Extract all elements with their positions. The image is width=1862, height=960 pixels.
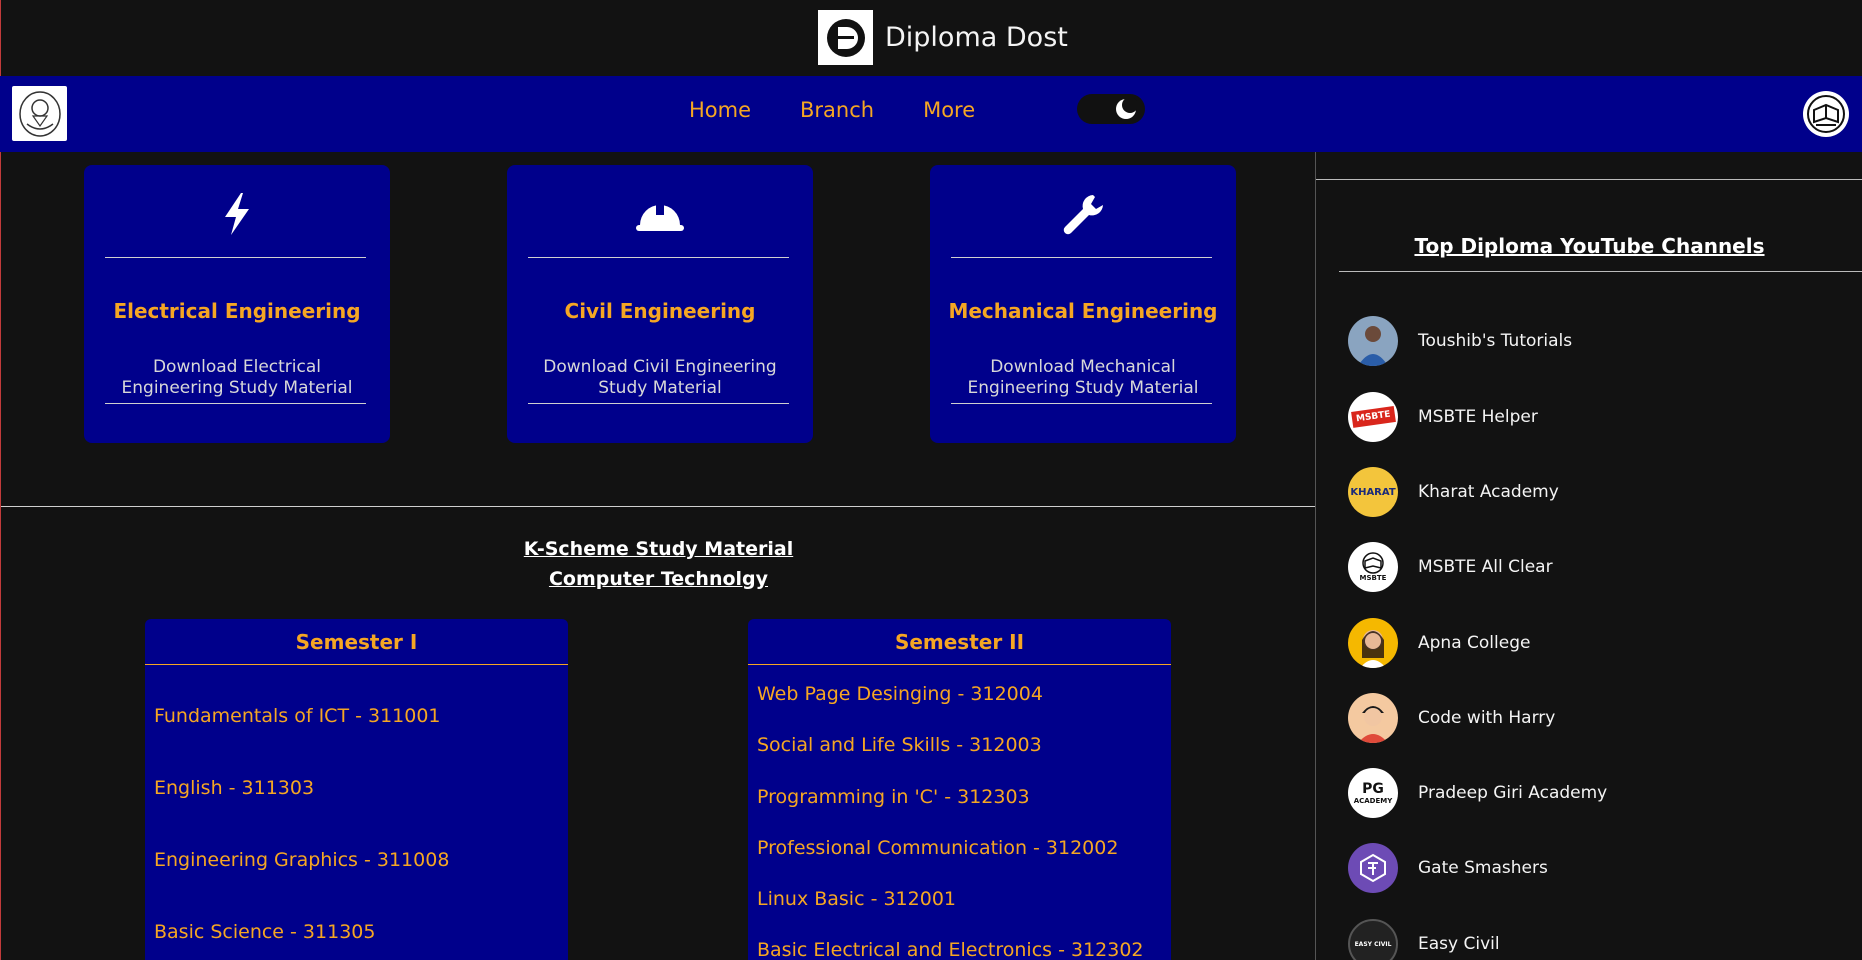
nav-branch-link[interactable]: Branch — [800, 98, 874, 122]
subject-link[interactable]: English - 311303 — [145, 777, 314, 799]
sidebar-divider — [1316, 179, 1862, 180]
subject-link[interactable]: Web Page Desinging - 312004 — [748, 683, 1043, 705]
card-divider — [951, 403, 1212, 404]
channel-badge: MSBTE — [1350, 406, 1396, 428]
channel-avatar: MSBTE — [1348, 392, 1398, 442]
brand-logo-icon — [818, 10, 873, 65]
channel-name: Gate Smashers — [1418, 858, 1548, 878]
subject-link[interactable]: Programming in 'C' - 312303 — [748, 786, 1030, 808]
channel-name: Toushib's Tutorials — [1418, 331, 1573, 351]
card-divider — [105, 257, 366, 258]
nav-links: Home Branch More — [689, 98, 1024, 122]
electrical-branch-card[interactable]: Electrical Engineering Download Electric… — [84, 165, 390, 443]
semester-title: Semester I — [145, 619, 568, 665]
channel-logo-icon: PG — [1362, 781, 1384, 797]
channel-avatar — [1348, 693, 1398, 743]
subject-link[interactable]: Basic Electrical and Electronics - 31230… — [748, 939, 1144, 960]
hard-hat-icon — [507, 191, 813, 253]
semester-title: Semester II — [748, 619, 1171, 665]
channel-item[interactable]: PG ACADEMY Pradeep Giri Academy — [1348, 768, 1607, 818]
institute-emblem-icon[interactable] — [12, 86, 67, 141]
branch-description[interactable]: Download Civil Engineering Study Materia… — [507, 357, 813, 399]
channel-avatar — [1348, 843, 1398, 893]
moon-icon — [1116, 98, 1137, 119]
youtube-channels-heading: Top Diploma YouTube Channels — [1414, 234, 1765, 258]
card-divider — [528, 257, 789, 258]
lightning-icon — [84, 191, 390, 253]
branch-title: Electrical Engineering — [113, 299, 361, 323]
channel-badge: EASY CIVIL — [1354, 940, 1392, 948]
kscheme-title: K-Scheme Study Material — [523, 538, 794, 560]
channel-avatar: MSBTE — [1348, 542, 1398, 592]
sidebar-divider — [1339, 271, 1862, 272]
subject-link[interactable]: Basic Science - 311305 — [145, 921, 375, 943]
civil-branch-card[interactable]: Civil Engineering Download Civil Enginee… — [507, 165, 813, 443]
card-divider — [105, 403, 366, 404]
channel-item[interactable]: MSBTE MSBTE All Clear — [1348, 542, 1553, 592]
kscheme-subtitle: Computer Technolgy — [548, 568, 769, 590]
card-divider — [951, 257, 1212, 258]
nav-more-link[interactable]: More — [923, 98, 975, 122]
channel-name: Kharat Academy — [1418, 482, 1559, 502]
msbte-emblem-icon[interactable] — [1803, 91, 1849, 137]
top-brand-bar: Diploma Dost — [0, 0, 1862, 76]
channel-badge: MSBTE — [1359, 574, 1387, 582]
branch-description[interactable]: Download Mechanical Engineering Study Ma… — [930, 357, 1236, 399]
dark-mode-toggle[interactable] — [1077, 94, 1145, 124]
subject-link[interactable]: Social and Life Skills - 312003 — [748, 734, 1042, 756]
subject-link[interactable]: Linux Basic - 312001 — [748, 888, 956, 910]
semester-2-card: Semester II Web Page Desinging - 312004 … — [748, 619, 1171, 960]
channel-item[interactable]: Apna College — [1348, 618, 1530, 668]
subject-link[interactable]: Engineering Graphics - 311008 — [145, 849, 449, 871]
branch-title: Civil Engineering — [564, 299, 756, 323]
main-content: Electrical Engineering Download Electric… — [0, 152, 1316, 960]
channel-item[interactable]: EASY CIVIL Easy Civil — [1348, 919, 1500, 960]
channel-name: Code with Harry — [1418, 708, 1556, 728]
channel-item[interactable]: MSBTE MSBTE Helper — [1348, 392, 1538, 442]
channel-name: MSBTE Helper — [1418, 407, 1538, 427]
brand[interactable]: Diploma Dost — [818, 10, 1068, 65]
card-divider — [528, 403, 789, 404]
wrench-icon — [930, 191, 1236, 253]
section-divider — [1, 506, 1316, 507]
channel-item[interactable]: KHARAT Kharat Academy — [1348, 467, 1559, 517]
channel-name: MSBTE All Clear — [1418, 557, 1553, 577]
channel-item[interactable]: Toushib's Tutorials — [1348, 316, 1572, 366]
brand-name: Diploma Dost — [885, 22, 1068, 53]
semester-1-card: Semester I Fundamentals of ICT - 311001 … — [145, 619, 568, 960]
channel-badge: ACADEMY — [1353, 797, 1393, 805]
channel-name: Easy Civil — [1418, 934, 1500, 954]
channel-name: Apna College — [1418, 633, 1531, 653]
subject-link[interactable]: Professional Communication - 312002 — [748, 837, 1118, 859]
subject-link[interactable]: Fundamentals of ICT - 311001 — [145, 705, 441, 727]
branch-description[interactable]: Download Electrical Engineering Study Ma… — [84, 357, 390, 399]
channel-avatar: PG ACADEMY — [1348, 768, 1398, 818]
channel-name: Pradeep Giri Academy — [1418, 783, 1608, 803]
navbar: Home Branch More — [0, 76, 1862, 152]
nav-home-link[interactable]: Home — [689, 98, 751, 122]
channel-avatar — [1348, 618, 1398, 668]
channel-item[interactable]: Code with Harry — [1348, 693, 1555, 743]
channel-avatar: KHARAT — [1348, 467, 1398, 517]
channel-avatar — [1348, 316, 1398, 366]
kscheme-heading: K-Scheme Study Material Computer Technol… — [481, 534, 836, 594]
mechanical-branch-card[interactable]: Mechanical Engineering Download Mechanic… — [930, 165, 1236, 443]
channel-item[interactable]: Gate Smashers — [1348, 843, 1548, 893]
channel-avatar: EASY CIVIL — [1348, 919, 1398, 960]
channel-badge: KHARAT — [1350, 486, 1396, 498]
sidebar: Top Diploma YouTube Channels Toushib's T… — [1315, 152, 1862, 960]
branch-title: Mechanical Engineering — [948, 299, 1218, 323]
